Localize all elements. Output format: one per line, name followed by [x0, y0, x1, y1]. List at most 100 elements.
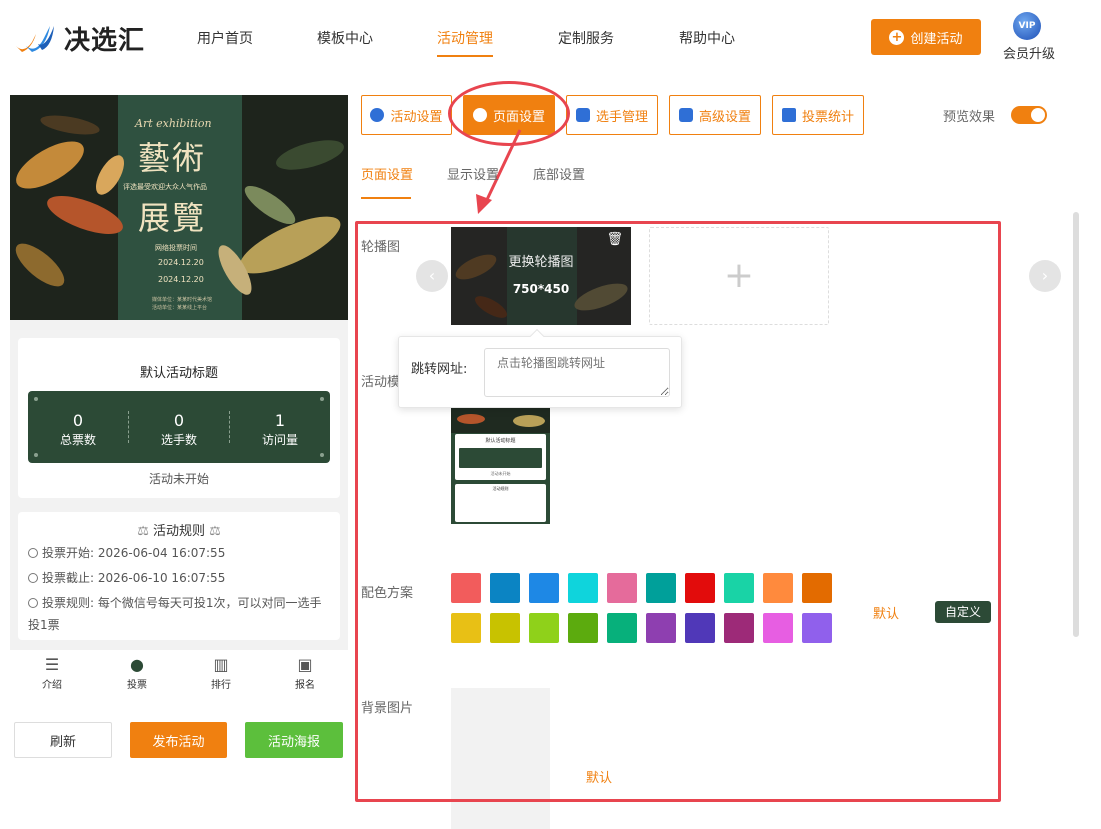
poster-art-text: Art exhibition — [135, 117, 212, 130]
preview-toggle[interactable] — [1011, 106, 1047, 124]
toolbar-label: 投票统计 — [801, 109, 854, 125]
color-scheme-label: 配色方案 — [361, 586, 414, 601]
stat-players: 0 选手数 — [129, 411, 229, 448]
stat-value: 1 — [274, 411, 286, 430]
carousel-size: 750*450 — [512, 282, 570, 296]
activity-title: 默认活动标题 — [139, 366, 218, 381]
player-management-button[interactable]: 选手管理 — [566, 95, 658, 135]
activity-settings-button[interactable]: 活动设置 — [361, 95, 452, 135]
stat-label: 总票数 — [59, 433, 96, 447]
nav-templates[interactable]: 模板中心 — [317, 28, 373, 48]
color-swatch[interactable] — [607, 613, 637, 643]
sliders-icon — [678, 108, 693, 122]
template-rules-heading: 活动规则 — [492, 486, 509, 491]
toolbar-label: 活动设置 — [390, 109, 443, 125]
clock-icon — [28, 548, 38, 558]
subtab-page-settings[interactable]: 页面设置 — [361, 164, 413, 183]
vip-badge-icon: VIP — [1013, 12, 1041, 40]
color-swatch[interactable] — [568, 573, 598, 603]
create-activity-button[interactable]: + 创建活动 — [871, 19, 981, 55]
template-label: 活动模 — [361, 375, 401, 390]
nav-custom-service[interactable]: 定制服务 — [558, 28, 614, 48]
color-swatch[interactable] — [607, 573, 637, 603]
subtab-display-settings[interactable]: 显示设置 — [447, 164, 499, 183]
stat-label: 选手数 — [160, 433, 197, 447]
poster-date-end: 2024.12.20 — [158, 275, 204, 284]
color-swatch[interactable] — [451, 613, 481, 643]
publish-activity-button[interactable]: 发布活动 — [130, 722, 227, 758]
color-swatch[interactable] — [763, 613, 793, 643]
color-swatch[interactable] — [451, 573, 481, 603]
rule-policy-label: 投票规则: — [42, 596, 95, 610]
nav-activity-management[interactable]: 活动管理 — [437, 28, 493, 57]
color-swatch[interactable] — [490, 573, 520, 603]
activity-status: 活动未开始 — [148, 472, 209, 486]
template-thumbnail-art — [451, 405, 550, 433]
color-swatch[interactable] — [568, 613, 598, 643]
color-swatch[interactable] — [802, 573, 832, 603]
bottom-nav-ranking[interactable]: ▥ 排行 — [196, 655, 246, 691]
bottom-nav-vote[interactable]: ● 投票 — [112, 655, 162, 691]
change-carousel-label[interactable]: 更换轮播图 — [451, 251, 631, 270]
color-swatch[interactable] — [529, 613, 559, 643]
rule-end-value: 2026-06-10 16:07:55 — [97, 571, 226, 585]
vip-upgrade[interactable]: VIP 会员升级 — [1000, 12, 1060, 62]
bottom-nav-intro[interactable]: ☰ 介绍 — [27, 655, 77, 691]
color-custom-button[interactable]: 自定义 — [935, 601, 991, 623]
bottom-nav-signup[interactable]: ▣ 报名 — [280, 655, 330, 691]
corner-dot — [320, 397, 324, 401]
color-swatch[interactable] — [646, 573, 676, 603]
create-activity-label: 创建活动 — [910, 31, 963, 47]
carousel-next-button[interactable]: › — [1029, 260, 1061, 292]
refresh-button[interactable]: 刷新 — [14, 722, 112, 758]
color-swatch[interactable] — [529, 573, 559, 603]
background-image-label: 背景图片 — [361, 701, 414, 716]
color-default-option[interactable]: 默认 — [873, 603, 899, 622]
color-swatch[interactable] — [646, 613, 676, 643]
signup-icon: ▣ — [297, 655, 313, 674]
color-swatch[interactable] — [724, 573, 754, 603]
stat-total-votes: 0 总票数 — [28, 411, 128, 448]
header: 决选汇 用户首页 模板中心 活动管理 定制服务 帮助中心 + 创建活动 VIP … — [0, 0, 1101, 75]
trash-icon[interactable]: 🗑 — [606, 232, 623, 247]
background-default-option[interactable]: 默认 — [586, 767, 612, 786]
toolbar-label: 选手管理 — [595, 109, 648, 125]
color-swatch[interactable] — [490, 613, 520, 643]
template-thumbnail[interactable]: 默认活动标题 活动未开始 活动规则 — [451, 405, 550, 537]
logo[interactable]: 决选汇 — [10, 18, 160, 58]
poster-banner: Art exhibition 藝術 评选最受欢迎大众人气作品 展覽 网络投票时间… — [10, 95, 348, 320]
advanced-settings-button[interactable]: 高级设置 — [669, 95, 761, 135]
stat-value: 0 — [72, 411, 84, 430]
nav-home[interactable]: 用户首页 — [197, 28, 253, 48]
color-swatch[interactable] — [685, 613, 715, 643]
rule-start-value: 2026-06-04 16:07:55 — [97, 546, 226, 560]
template-stats — [459, 448, 542, 468]
color-swatch[interactable] — [685, 573, 715, 603]
nav-help[interactable]: 帮助中心 — [679, 28, 735, 48]
add-carousel-button[interactable]: + — [649, 227, 829, 325]
clock-icon — [28, 573, 38, 583]
color-swatch[interactable] — [724, 613, 754, 643]
scrollbar[interactable] — [1073, 212, 1079, 637]
activity-poster-button[interactable]: 活动海报 — [245, 722, 343, 758]
color-swatch[interactable] — [763, 573, 793, 603]
poster-footnote-2: 活动单位：某某线上平台 — [152, 305, 208, 311]
corner-dot — [34, 397, 38, 401]
bottom-nav-label: 投票 — [127, 680, 147, 691]
background-image-preview[interactable] — [451, 688, 550, 829]
subtab-footer-settings[interactable]: 底部设置 — [533, 164, 585, 183]
poster-date-start: 2024.12.20 — [158, 258, 204, 267]
jump-url-popover: 跳转网址: — [398, 328, 682, 408]
gavel-icon: ⚖ — [205, 524, 221, 539]
rules-card: ⚖ 活动规则 ⚖ 投票开始: 2026-06-04 16:07:55 投票截止:… — [18, 512, 340, 640]
carousel-image[interactable]: 🗑 更换轮播图 750*450 — [451, 227, 631, 325]
vip-label: 会员升级 — [1003, 47, 1056, 62]
vote-stats-button[interactable]: 投票统计 — [772, 95, 864, 135]
jump-url-input[interactable] — [484, 348, 670, 397]
carousel-prev-button[interactable]: ‹ — [416, 260, 448, 292]
corner-dot — [320, 453, 324, 457]
subtab-underline — [361, 197, 411, 199]
rule-start-label: 投票开始: — [42, 546, 95, 560]
bottom-nav-label: 报名 — [295, 680, 315, 691]
color-swatch[interactable] — [802, 613, 832, 643]
